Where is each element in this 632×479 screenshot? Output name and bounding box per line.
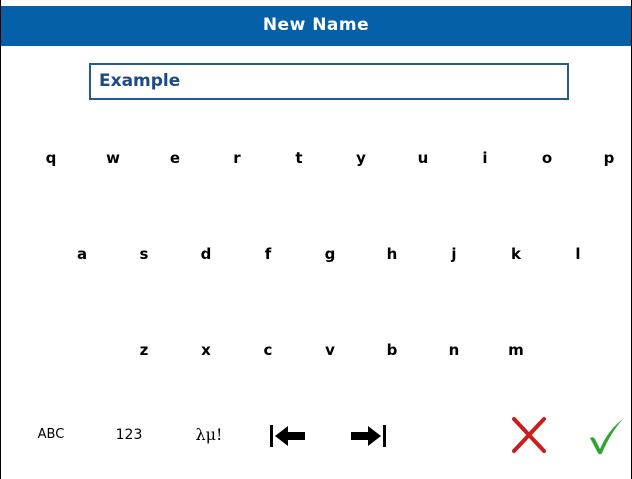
confirm-icon [590,419,623,455]
key-j[interactable]: j [428,226,480,282]
key-c[interactable]: c [242,322,294,378]
cursor-left-button[interactable] [263,412,313,458]
key-u[interactable]: u [397,130,449,186]
cursor-right-icon [351,425,386,447]
confirm-button[interactable] [581,412,631,458]
key-l[interactable]: l [552,226,604,282]
key-r[interactable]: r [211,130,263,186]
numbers-mode-button[interactable]: 123 [103,412,155,458]
key-k[interactable]: k [490,226,542,282]
key-d[interactable]: d [180,226,232,282]
key-e[interactable]: e [149,130,201,186]
key-m[interactable]: m [490,322,542,378]
key-f[interactable]: f [242,226,294,282]
key-q[interactable]: q [25,130,77,186]
key-b[interactable]: b [366,322,418,378]
page-title: New Name [1,6,631,46]
key-o[interactable]: o [521,130,573,186]
key-p[interactable]: p [583,130,632,186]
key-a[interactable]: a [56,226,108,282]
symbols-mode-button[interactable]: λμ! [181,412,237,458]
key-i[interactable]: i [459,130,511,186]
key-w[interactable]: w [87,130,139,186]
cursor-right-button[interactable] [343,412,393,458]
key-s[interactable]: s [118,226,170,282]
cancel-icon [512,417,546,453]
abc-mode-button[interactable]: ABC [23,412,79,458]
key-n[interactable]: n [428,322,480,378]
key-t[interactable]: t [273,130,325,186]
new-name-screen: New Name Example q w e r t y u i o p a s… [0,0,632,479]
key-z[interactable]: z [118,322,170,378]
key-y[interactable]: y [335,130,387,186]
name-input[interactable]: Example [89,63,569,100]
cursor-left-icon [270,425,305,447]
key-v[interactable]: v [304,322,356,378]
cancel-button[interactable] [504,412,554,458]
key-x[interactable]: x [180,322,232,378]
key-g[interactable]: g [304,226,356,282]
key-h[interactable]: h [366,226,418,282]
